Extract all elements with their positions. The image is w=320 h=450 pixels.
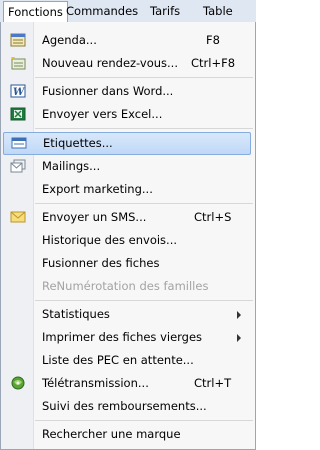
menu-item-label: Télétransmission... [42,376,149,390]
menu-item-etiquettes[interactable]: Etiquettes... [3,132,251,155]
menu-item-teletransmission[interactable]: Télétransmission... Ctrl+T [1,372,255,395]
excel-icon [10,107,26,121]
menu-item-label: Historique des envois... [42,233,178,247]
menu-item-envoyer-excel[interactable]: Envoyer vers Excel... [1,103,255,126]
menu-item-mailings[interactable]: Mailings... [1,155,255,178]
menu-item-export-marketing[interactable]: Export marketing... [1,178,255,201]
menu-item-label: Envoyer un SMS... [42,210,147,224]
menu-tab-commandes[interactable]: Commandes [62,2,142,20]
envelope-icon [10,210,26,224]
menu-item-label: Imprimer des fiches vierges [42,330,203,344]
menu-item-renumerotation-familles: ReNumérotation des familles [1,275,255,298]
menu-tab-tarifs[interactable]: Tarifs [146,2,184,20]
menu-item-shortcut: F8 [206,33,220,47]
menu-item-label: ReNumérotation des familles [42,279,209,293]
menu-bar: Fonctions Commandes Tarifs Table [0,0,256,23]
menu-item-historique-envois[interactable]: Historique des envois... [1,229,255,252]
menu-item-imprimer-fiches-vierges[interactable]: Imprimer des fiches vierges [1,326,255,349]
menu-separator [35,203,253,204]
menu-tab-table[interactable]: Table [199,2,237,20]
menu-item-nouveau-rendez-vous[interactable]: Nouveau rendez-vous... Ctrl+F8 [1,52,255,75]
menu-item-fusionner-fiches[interactable]: Fusionner des fiches [1,252,255,275]
menu-item-liste-pec[interactable]: Liste des PEC en attente... [1,349,255,372]
teletransmission-icon [10,376,26,390]
menu-item-label: Export marketing... [42,182,153,196]
menu-item-label: Fusionner des fiches [42,256,160,270]
menu-separator [35,77,253,78]
menu-item-label: Statistiques [42,307,110,321]
menu-separator [35,420,253,421]
menu-item-agenda[interactable]: Agenda... F8 [1,29,255,52]
menu-item-suivi-remboursements[interactable]: Suivi des remboursements... [1,395,255,418]
menu-item-label: Liste des PEC en attente... [42,353,194,367]
labels-icon [11,136,27,150]
submenu-arrow-icon [237,334,241,342]
menu-item-label: Rechercher une marque [42,427,181,441]
menu-tab-fonctions[interactable]: Fonctions [3,1,68,23]
menu-separator [35,128,253,129]
menu-item-fusionner-word[interactable]: W Fusionner dans Word... [1,80,255,103]
menu-item-label: Etiquettes... [43,136,113,150]
menu-separator [35,300,253,301]
menu-item-label: Agenda... [42,33,97,47]
menu-item-label: Mailings... [42,159,101,173]
menu-item-label: Suivi des remboursements... [42,399,207,413]
menu-item-shortcut: Ctrl+S [194,210,232,224]
menu-item-label: Envoyer vers Excel... [42,107,163,121]
mailings-icon [10,159,26,173]
calendar-icon [10,33,26,47]
menu-item-shortcut: Ctrl+T [194,376,232,390]
menu-item-label: Fusionner dans Word... [42,84,174,98]
new-appointment-icon [10,56,26,70]
word-icon: W [10,84,26,98]
menu-item-rechercher-marque[interactable]: Rechercher une marque [1,423,255,446]
svg-text:W: W [13,87,26,98]
menu-item-shortcut: Ctrl+F8 [191,56,236,70]
menu-item-label: Nouveau rendez-vous... [42,56,178,70]
submenu-arrow-icon [237,311,241,319]
menu-item-envoyer-sms[interactable]: Envoyer un SMS... Ctrl+S [1,206,255,229]
fonctions-dropdown-menu: Agenda... F8 Nouveau rendez-vous... Ctrl… [0,22,256,450]
menu-item-statistiques[interactable]: Statistiques [1,303,255,326]
